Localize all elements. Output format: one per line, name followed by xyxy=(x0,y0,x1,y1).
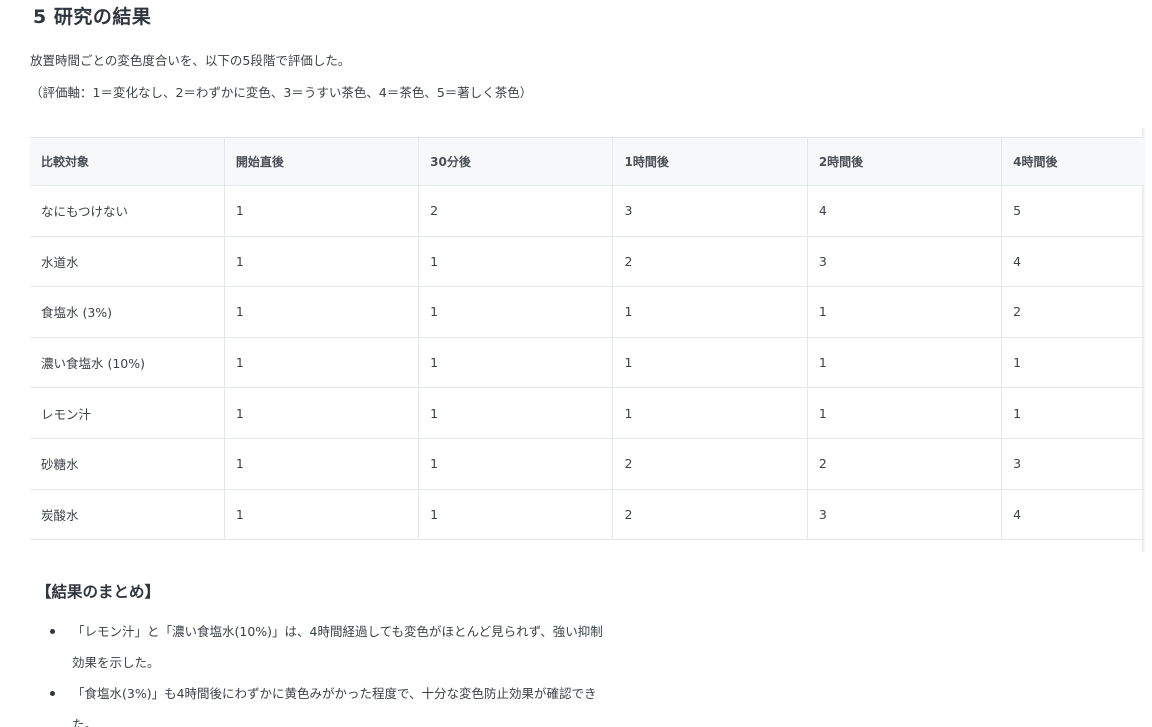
summary-bullet: 「レモン汁」と「濃い食塩水(10%)」は、4時間経過しても変色がほとんど見られず… xyxy=(50,616,610,678)
intro-text: 放置時間ごとの変色度合いを、以下の5段階で評価した。 xyxy=(30,53,351,68)
rating-cell: 3 xyxy=(1001,438,1144,490)
rating-cell: 4 xyxy=(807,185,1003,237)
rating-cell: 3 xyxy=(807,489,1003,540)
rating-cell: 4 xyxy=(1001,489,1144,540)
rating-cell: 2 xyxy=(612,236,808,288)
table-row: なにもつけない 1 2 3 4 5 xyxy=(30,185,1144,237)
rating-cell: 1 xyxy=(224,438,420,490)
rating-cell: 1 xyxy=(1001,387,1144,439)
rating-cell: 1 xyxy=(612,286,808,338)
row-label-cell: 濃い食塩水 (10%) xyxy=(30,337,225,389)
column-header: 2時間後 xyxy=(807,137,1003,186)
row-label-cell: 砂糖水 xyxy=(30,438,225,490)
rating-cell: 1 xyxy=(224,286,420,338)
column-header: 比較対象 xyxy=(30,137,225,186)
rating-cell: 3 xyxy=(612,185,808,237)
column-header: 30分後 xyxy=(418,137,614,186)
rating-cell: 1 xyxy=(612,387,808,439)
rating-cell: 1 xyxy=(418,438,614,490)
rating-cell: 1 xyxy=(418,337,614,389)
rating-cell: 1 xyxy=(612,337,808,389)
column-header: 1時間後 xyxy=(612,137,808,186)
column-header: 開始直後 xyxy=(224,137,420,186)
rating-scale-text: （評価軸：1＝変化なし、2＝わずかに変色、3＝うすい茶色、4＝茶色、5＝著しく茶… xyxy=(30,85,533,100)
rating-cell: 2 xyxy=(612,489,808,540)
rating-cell: 1 xyxy=(224,489,420,540)
rating-cell: 2 xyxy=(418,185,614,237)
rating-cell: 1 xyxy=(224,236,420,288)
summary-bullet-text: 「レモン汁」と「濃い食塩水(10%)」は、4時間経過しても変色がほとんど見られず… xyxy=(72,624,603,670)
rating-cell: 1 xyxy=(418,236,614,288)
table-row: 砂糖水 1 1 2 2 3 xyxy=(30,438,1144,490)
column-header: 4時間後 xyxy=(1001,137,1144,186)
rating-cell: 1 xyxy=(224,185,420,237)
table-row: レモン汁 1 1 1 1 1 xyxy=(30,387,1144,439)
row-label-cell: レモン汁 xyxy=(30,387,225,439)
bullet-dot-icon xyxy=(50,691,55,696)
rating-cell: 4 xyxy=(1001,236,1144,288)
rating-cell: 3 xyxy=(807,236,1003,288)
page: 5 研究の結果 放置時間ごとの変色度合いを、以下の5段階で評価した。 （評価軸：… xyxy=(0,0,1152,727)
rating-cell: 2 xyxy=(612,438,808,490)
table-row: 炭酸水 1 1 2 3 4 xyxy=(30,489,1144,540)
rating-cell: 1 xyxy=(807,286,1003,338)
row-label-cell: 炭酸水 xyxy=(30,489,225,540)
results-table-container: 比較対象 開始直後 30分後 1時間後 2時間後 4時間後 なにもつけない 1 2 3 4 5 水道水… xyxy=(30,137,1144,540)
table-header-row: 比較対象 開始直後 30分後 1時間後 2時間後 4時間後 xyxy=(30,137,1144,186)
row-label-cell: 水道水 xyxy=(30,236,225,288)
rating-cell: 2 xyxy=(807,438,1003,490)
rating-cell: 1 xyxy=(807,387,1003,439)
rating-cell: 1 xyxy=(418,286,614,338)
rating-cell: 1 xyxy=(224,337,420,389)
rating-cell: 5 xyxy=(1001,185,1144,237)
rating-cell: 1 xyxy=(807,337,1003,389)
bullet-dot-icon xyxy=(50,629,55,634)
row-label-cell: 食塩水 (3%) xyxy=(30,286,225,338)
rating-cell: 1 xyxy=(1001,337,1144,389)
results-table: 比較対象 開始直後 30分後 1時間後 2時間後 4時間後 なにもつけない 1 2 3 4 5 水道水… xyxy=(30,137,1144,540)
table-row: 食塩水 (3%) 1 1 1 1 2 xyxy=(30,286,1144,338)
summary-bullet-text: 「食塩水(3%)」も4時間後にわずかに黄色みがかった程度で、十分な変色防止効果が… xyxy=(72,686,597,727)
summary-bullet: 「食塩水(3%)」も4時間後にわずかに黄色みがかった程度で、十分な変色防止効果が… xyxy=(50,678,610,727)
table-row: 濃い食塩水 (10%) 1 1 1 1 1 xyxy=(30,337,1144,389)
summary-list: 「レモン汁」と「濃い食塩水(10%)」は、4時間経過しても変色がほとんど見られず… xyxy=(50,616,610,727)
rating-cell: 1 xyxy=(224,387,420,439)
table-row: 水道水 1 1 2 3 4 xyxy=(30,236,1144,288)
summary-title: 【結果のまとめ】 xyxy=(36,583,161,601)
rating-cell: 1 xyxy=(418,387,614,439)
row-label-cell: なにもつけない xyxy=(30,185,225,237)
rating-cell: 1 xyxy=(418,489,614,540)
section-heading: 5 研究の結果 xyxy=(33,6,152,28)
rating-cell: 2 xyxy=(1001,286,1144,338)
